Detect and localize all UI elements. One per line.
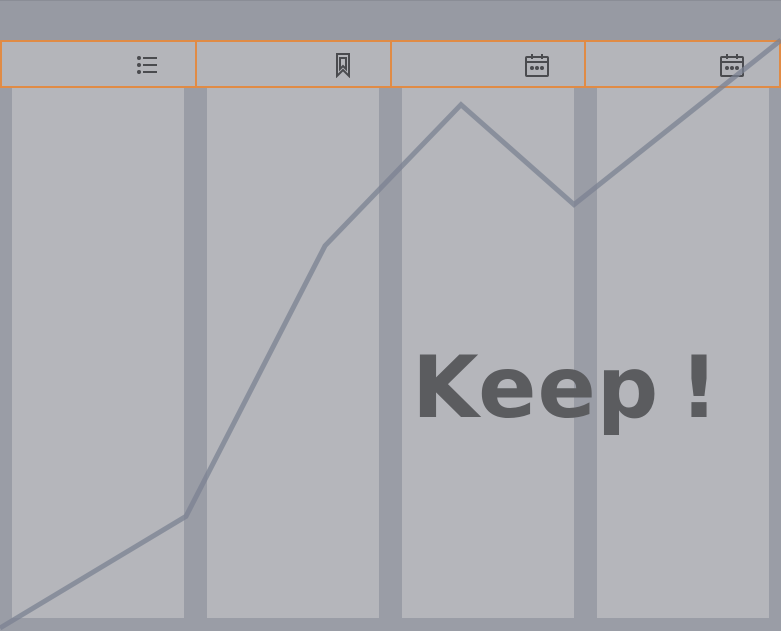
list-icon [135,52,161,78]
tab-bookmarks[interactable] [195,40,391,88]
column-panel [207,88,379,618]
keep-banner: Keep! [412,338,720,438]
calendar-icon [524,52,550,78]
column-panel [12,88,184,618]
top-bar [0,0,781,40]
tab-calendar-1[interactable] [390,40,586,88]
keep-word: Keep [412,338,660,438]
tab-list[interactable] [0,40,196,88]
keep-punct: ! [679,338,720,438]
bookmark-icon [330,52,356,78]
baseline-strip [0,618,781,631]
tab-calendar-2[interactable] [585,40,781,88]
tab-bar [0,40,781,88]
calendar-icon [719,52,745,78]
